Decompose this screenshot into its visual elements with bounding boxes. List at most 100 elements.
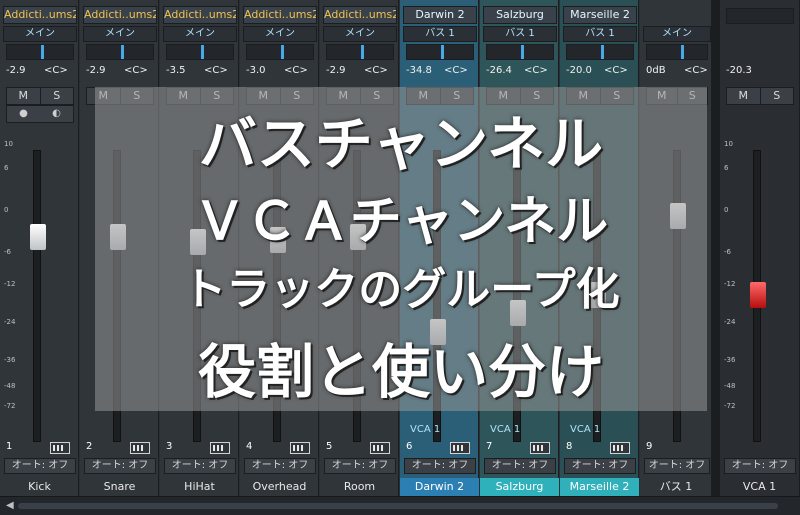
pan-readout: <C>	[604, 65, 628, 76]
pan-meter[interactable]	[406, 44, 474, 60]
scroll-thumb[interactable]	[18, 503, 778, 509]
automation-mode[interactable]: オート: オフ	[244, 458, 316, 474]
pan-indicator	[121, 45, 124, 59]
pan-indicator	[601, 45, 604, 59]
solo-button[interactable]: S	[759, 88, 793, 104]
horizontal-scrollbar[interactable]: ◀	[0, 496, 800, 515]
pan-meter[interactable]	[246, 44, 314, 60]
pan-readout: <C>	[364, 65, 388, 76]
scale-label: 10	[4, 140, 13, 148]
pan-readout: <C>	[124, 65, 148, 76]
output-route[interactable]: メイン	[3, 26, 77, 42]
volume-readout: -26.4	[486, 65, 512, 76]
track-name[interactable]: VCA 1	[720, 478, 799, 496]
volume-fader[interactable]	[30, 223, 46, 250]
track-name[interactable]: Snare	[80, 478, 159, 496]
instrument-keyboard-icon[interactable]	[610, 442, 630, 454]
mixer-console: Addicti..ums2 メイン -2.9 <C> MS ● ◐ 10 6 0 …	[0, 0, 800, 496]
pan-meter[interactable]	[486, 44, 554, 60]
automation-mode[interactable]: オート: オフ	[324, 458, 396, 474]
pan-readout: <C>	[444, 65, 468, 76]
track-name[interactable]: Room	[320, 478, 399, 496]
output-route[interactable]: バス 1	[403, 26, 477, 42]
solo-button[interactable]: S	[39, 88, 73, 104]
track-name[interactable]: バス 1	[640, 478, 712, 496]
fader-track	[33, 150, 41, 442]
instrument-keyboard-icon[interactable]	[210, 442, 230, 454]
instrument-name[interactable]: Addicti..ums2	[83, 6, 157, 24]
vca-meter	[726, 8, 794, 24]
instrument-keyboard-icon[interactable]	[290, 442, 310, 454]
instrument-name[interactable]: Addicti..ums2	[323, 6, 397, 24]
track-name[interactable]: Salzburg	[480, 478, 559, 496]
output-route[interactable]: メイン	[243, 26, 317, 42]
pan-meter[interactable]	[646, 44, 708, 60]
scale-label: -6	[4, 248, 11, 256]
vca-assignment[interactable]: VCA 1	[490, 424, 520, 435]
channel-name[interactable]: Marseille 2	[563, 6, 637, 24]
scale-label: -48	[724, 382, 736, 390]
automation-mode[interactable]: オート: オフ	[4, 458, 76, 474]
scale-label: 0	[724, 206, 729, 214]
pan-meter[interactable]	[566, 44, 634, 60]
pan-meter[interactable]	[166, 44, 234, 60]
track-name[interactable]: Marseille 2	[560, 478, 639, 496]
track-name[interactable]: HiHat	[160, 478, 239, 496]
vca-assignment[interactable]: VCA 1	[410, 424, 440, 435]
pan-readout: <C>	[44, 65, 68, 76]
instrument-name[interactable]: Addicti..ums2	[3, 6, 77, 24]
track-number: 4	[246, 441, 253, 452]
instrument-keyboard-icon[interactable]	[50, 442, 70, 454]
vca-assignment[interactable]: VCA 1	[570, 424, 600, 435]
output-route[interactable]: バス 1	[483, 26, 557, 42]
pan-meter[interactable]	[326, 44, 394, 60]
mute-button[interactable]: M	[7, 88, 40, 104]
automation-mode[interactable]: オート: オフ	[404, 458, 476, 474]
track-number: 8	[566, 441, 573, 452]
automation-mode[interactable]: オート: オフ	[644, 458, 710, 474]
automation-mode[interactable]: オート: オフ	[84, 458, 156, 474]
channel-name[interactable]: Darwin 2	[403, 6, 477, 24]
track-name[interactable]: Darwin 2	[400, 478, 479, 496]
instrument-name[interactable]: Addicti..ums2	[163, 6, 237, 24]
output-route[interactable]: バス 1	[563, 26, 637, 42]
channel-name[interactable]: Salzburg	[483, 6, 557, 24]
record-icon[interactable]: ●	[7, 106, 40, 122]
vca-fader[interactable]	[750, 282, 766, 308]
vca-volume-readout: -20.3	[726, 65, 752, 76]
instrument-keyboard-icon[interactable]	[370, 442, 390, 454]
instrument-keyboard-icon[interactable]	[530, 442, 550, 454]
track-number: 6	[406, 441, 413, 452]
channel-strip-1: Addicti..ums2 メイン -2.9 <C> MS ● ◐ 10 6 0 …	[0, 0, 79, 496]
automation-mode[interactable]: オート: オフ	[164, 458, 236, 474]
mute-solo-group: MS	[6, 87, 74, 105]
pan-readout: <C>	[284, 65, 308, 76]
scale-label: -72	[724, 402, 736, 410]
instrument-name[interactable]: Addicti..ums2	[243, 6, 317, 24]
volume-readout: -2.9	[86, 65, 106, 76]
pan-indicator	[521, 45, 524, 59]
scale-label: -6	[724, 248, 731, 256]
scroll-left-icon[interactable]: ◀	[6, 500, 14, 511]
automation-mode[interactable]: オート: オフ	[484, 458, 556, 474]
instrument-keyboard-icon[interactable]	[450, 442, 470, 454]
automation-mode[interactable]: オート: オフ	[564, 458, 636, 474]
mute-button[interactable]: M	[727, 88, 760, 104]
db-scale: 10 6 0 -6 -12 -24 -36 -48 -72	[4, 140, 18, 430]
output-route[interactable]: メイン	[163, 26, 237, 42]
pan-meter[interactable]	[86, 44, 154, 60]
output-route[interactable]: メイン	[323, 26, 397, 42]
track-name[interactable]: Kick	[0, 478, 79, 496]
title-line-3: トラックのグループ化	[182, 264, 620, 315]
output-route[interactable]: メイン	[83, 26, 157, 42]
automation-mode[interactable]: オート: オフ	[724, 458, 796, 474]
volume-readout: -34.8	[406, 65, 432, 76]
pan-meter[interactable]	[6, 44, 74, 60]
pan-readout: <C>	[684, 65, 708, 76]
output-route[interactable]: メイン	[643, 26, 711, 42]
instrument-keyboard-icon[interactable]	[130, 442, 150, 454]
pan-readout: <C>	[524, 65, 548, 76]
scale-label: -24	[724, 318, 736, 326]
track-name[interactable]: Overhead	[240, 478, 319, 496]
monitor-icon[interactable]: ◐	[40, 106, 73, 122]
